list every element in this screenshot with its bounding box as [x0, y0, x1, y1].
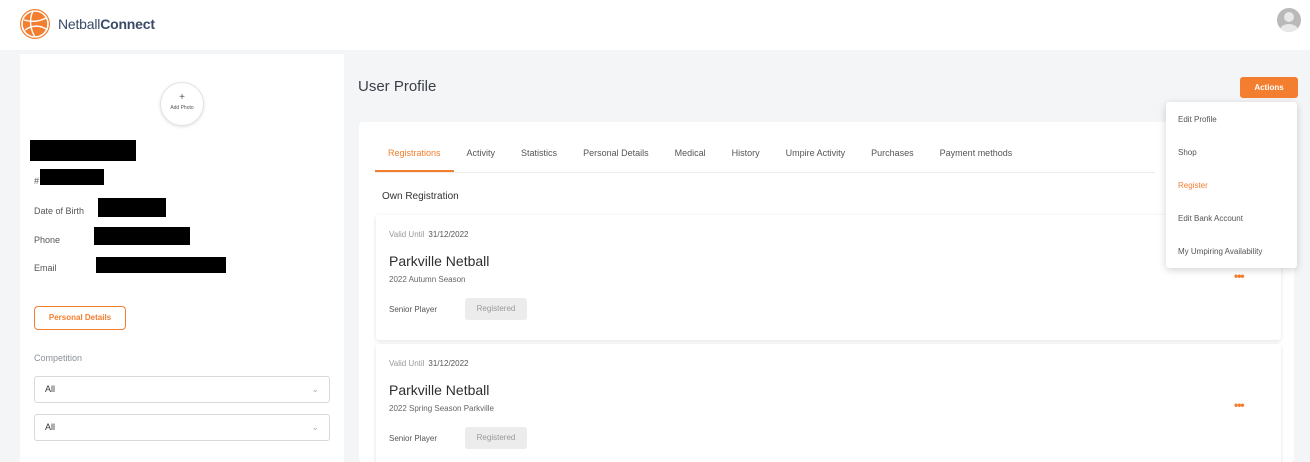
actions-button[interactable]: Actions	[1240, 77, 1298, 98]
menu-item-edit-profile[interactable]: Edit Profile	[1166, 108, 1297, 141]
player-role: Senior Player	[389, 434, 438, 443]
menu-item-register[interactable]: Register	[1166, 174, 1297, 207]
more-options-icon[interactable]: •••	[1234, 398, 1245, 412]
competition-select-value: All	[45, 384, 56, 394]
tab-personal-details[interactable]: Personal Details	[570, 140, 662, 172]
organisation-name: Parkville Netball	[389, 253, 490, 269]
organisation-name: Parkville Netball	[389, 382, 490, 398]
user-id-prefix: #	[34, 176, 40, 186]
logo[interactable]: NetballConnect	[20, 9, 155, 39]
registration-card: Valid Until 31/12/2022 Parkville Netball …	[376, 215, 1281, 340]
valid-until: Valid Until 31/12/2022	[389, 359, 469, 368]
season-name: 2022 Autumn Season	[389, 275, 466, 284]
user-avatar-icon[interactable]	[1277, 8, 1301, 32]
status-badge: Registered	[465, 427, 527, 449]
plus-icon: +	[179, 92, 185, 103]
tab-registrations[interactable]: Registrations	[375, 140, 454, 172]
profile-sidebar: + Add Photo # Date of Birth Phone Email …	[20, 54, 344, 462]
tab-statistics[interactable]: Statistics	[508, 140, 570, 172]
filter-select[interactable]: All ⌄	[34, 414, 330, 441]
add-photo-label: Add Photo	[170, 105, 194, 111]
netball-logo-icon	[20, 9, 50, 39]
redacted-user-id	[40, 169, 104, 185]
redacted-email	[96, 257, 226, 273]
registration-card: Valid Until 31/12/2022 Parkville Netball …	[376, 344, 1281, 462]
menu-item-my-umpiring-availability[interactable]: My Umpiring Availability	[1166, 240, 1297, 273]
email-label: Email	[34, 263, 57, 273]
dob-label: Date of Birth	[34, 206, 85, 216]
competition-label: Competition	[34, 353, 83, 363]
registrations-panel: Registrations Activity Statistics Person…	[359, 122, 1294, 462]
menu-item-shop[interactable]: Shop	[1166, 141, 1297, 174]
competition-select[interactable]: All ⌄	[34, 376, 330, 403]
valid-until: Valid Until 31/12/2022	[389, 230, 469, 239]
tab-purchases[interactable]: Purchases	[858, 140, 927, 172]
tab-payment-methods[interactable]: Payment methods	[927, 140, 1026, 172]
brand-name: NetballConnect	[58, 16, 155, 32]
page-title: User Profile	[358, 78, 437, 95]
filter-select-value: All	[45, 422, 56, 432]
actions-dropdown-menu: Edit Profile Shop Register Edit Bank Acc…	[1166, 102, 1297, 268]
status-badge: Registered	[465, 298, 527, 320]
chevron-down-icon: ⌄	[311, 384, 319, 394]
top-bar: NetballConnect	[0, 0, 1310, 50]
add-photo-button[interactable]: + Add Photo	[160, 82, 204, 126]
profile-tabs: Registrations Activity Statistics Person…	[375, 140, 1025, 172]
tab-activity[interactable]: Activity	[454, 140, 509, 172]
tab-umpire-activity[interactable]: Umpire Activity	[773, 140, 859, 172]
redacted-dob	[98, 198, 166, 217]
own-registration-heading: Own Registration	[382, 191, 459, 202]
chevron-down-icon: ⌄	[311, 422, 319, 432]
tab-history[interactable]: History	[719, 140, 773, 172]
redacted-name	[30, 140, 136, 161]
tab-medical[interactable]: Medical	[662, 140, 719, 172]
season-name: 2022 Spring Season Parkville	[389, 404, 494, 413]
redacted-phone	[94, 227, 190, 245]
phone-label: Phone	[34, 235, 61, 245]
menu-item-edit-bank-account[interactable]: Edit Bank Account	[1166, 207, 1297, 240]
tabs-divider	[375, 172, 1155, 173]
personal-details-button[interactable]: Personal Details	[34, 306, 126, 330]
player-role: Senior Player	[389, 305, 438, 314]
